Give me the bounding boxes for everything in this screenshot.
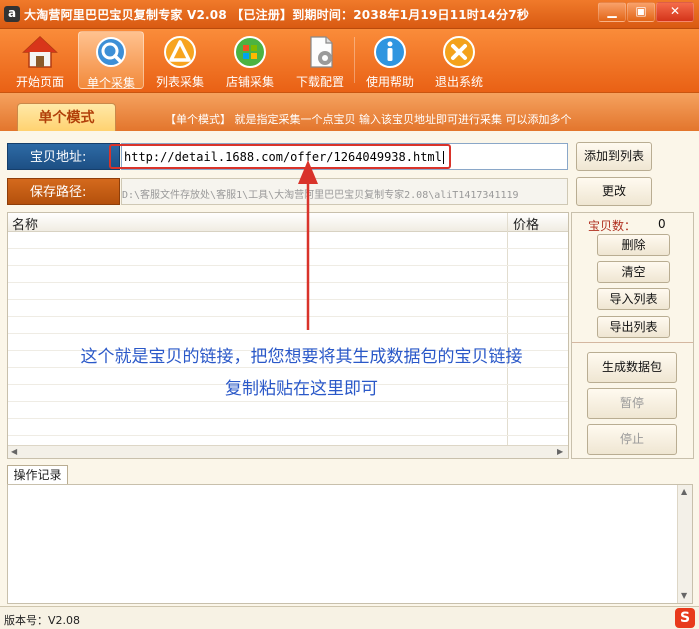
delete-button[interactable]: 删除 (597, 234, 670, 256)
tab-operation-log[interactable]: 操作记录 (7, 465, 68, 485)
export-list-button[interactable]: 导出列表 (597, 316, 670, 338)
scroll-down-icon[interactable]: ▼ (681, 591, 687, 600)
status-bar: 版本号：V2.08 S (0, 606, 699, 629)
version-text: 版本号：V2.08 (4, 614, 81, 627)
import-list-button[interactable]: 导入列表 (597, 288, 670, 310)
item-count-value: 0 (658, 217, 666, 231)
stop-button[interactable]: 停止 (587, 424, 677, 455)
panel-divider (572, 342, 693, 343)
control-panel: 宝贝数： 0 删除 清空 导入列表 导出列表 生成数据包 暂停 停止 (571, 212, 694, 459)
generate-package-button[interactable]: 生成数据包 (587, 352, 677, 383)
vertical-scrollbar[interactable]: ▲ ▼ (677, 485, 692, 603)
pause-button[interactable]: 暂停 (587, 388, 677, 419)
operation-log-area[interactable]: ▲ ▼ (7, 484, 693, 604)
annotation-text-line1: 这个就是宝贝的链接，把您想要将其生成数据包的宝贝链接 (80, 347, 523, 367)
item-count-label: 宝贝数： (588, 219, 637, 233)
annotation-text-line2: 复制粘贴在这里即可 (225, 379, 378, 399)
app-window: a 大淘营阿里巴巴宝贝复制专家 V2.08 【已注册】到期时间：2038年1月1… (0, 0, 699, 629)
input-method-icon[interactable]: S (675, 608, 695, 628)
clear-button[interactable]: 清空 (597, 261, 670, 283)
scroll-up-icon[interactable]: ▲ (681, 487, 687, 496)
